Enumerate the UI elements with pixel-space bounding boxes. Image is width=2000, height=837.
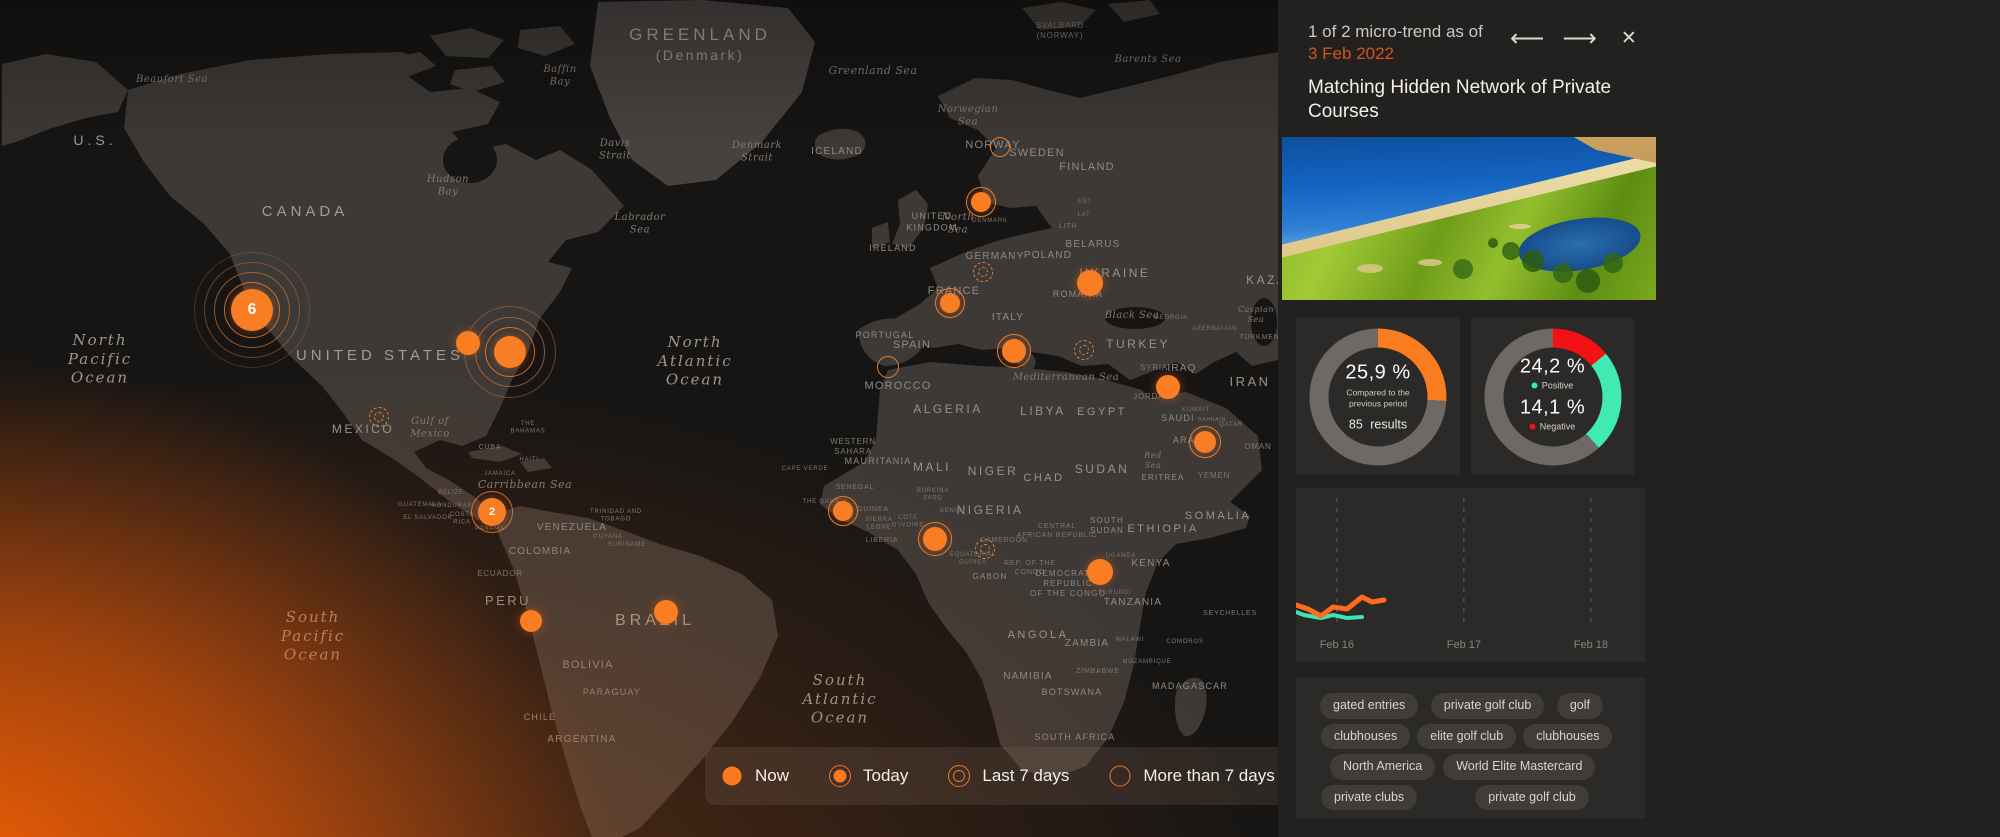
positive-label: Positive <box>1542 381 1574 391</box>
keyword-tag[interactable]: golf <box>1557 693 1603 719</box>
negative-label: Negative <box>1540 422 1576 432</box>
legend-label: Last 7 days <box>982 766 1069 786</box>
keyword-tag[interactable]: clubhouses <box>1321 724 1410 750</box>
panel-nav: ⟵ ⟶ ✕ <box>1510 26 1637 50</box>
trend-line-chart: Feb 16 Feb 17 Feb 18 <box>1296 488 1645 662</box>
world-map[interactable]: NorthPacificOceanNorthAtlanticOceanSouth… <box>0 0 1278 837</box>
results-count: 85 results <box>1349 418 1407 432</box>
now-marker-icon <box>719 763 745 789</box>
keyword-tag[interactable]: North America <box>1330 754 1435 780</box>
keyword-tag[interactable]: private golf club <box>1475 785 1589 811</box>
tag-row: North America World Elite Mastercard <box>1310 754 1631 780</box>
next-trend-button[interactable]: ⟶ <box>1562 26 1596 50</box>
tag-row: private clubs private golf club <box>1310 785 1631 811</box>
legend-label: Today <box>863 766 908 786</box>
last7-marker-icon <box>946 763 972 789</box>
close-icon[interactable]: ✕ <box>1615 29 1637 48</box>
positive-percent: 24,2 % <box>1520 356 1585 379</box>
keyword-tag[interactable]: gated entries <box>1320 693 1418 719</box>
legend-item-more7[interactable]: More than 7 days ago <box>1107 763 1278 789</box>
trend-photo <box>1282 137 1656 300</box>
trend-series-mentions <box>1296 597 1384 616</box>
app-window: NorthPacificOceanNorthAtlanticOceanSouth… <box>0 0 2000 837</box>
today-marker-icon <box>827 763 853 789</box>
negative-legend: Negative <box>1530 422 1576 432</box>
keyword-tag[interactable]: World Elite Mastercard <box>1443 754 1595 780</box>
keyword-tag[interactable]: private clubs <box>1321 785 1417 811</box>
sentiment-donut-card: 24,2 % Positive 14,1 % Negative <box>1471 318 1634 475</box>
trend-line-card: Feb 16 Feb 17 Feb 18 <box>1296 488 1645 662</box>
keyword-tag[interactable]: clubhouses <box>1523 724 1612 750</box>
legend-item-last7[interactable]: Last 7 days <box>946 763 1069 789</box>
positive-legend: Positive <box>1532 381 1574 391</box>
keyword-tag[interactable]: elite golf club <box>1417 724 1516 750</box>
panel-header-date: 3 Feb 2022 <box>1308 44 1394 64</box>
keyword-tags-card: gated entries private golf club golf clubho… <box>1296 678 1645 818</box>
legend-label: Now <box>755 766 789 786</box>
positive-dot-icon <box>1532 383 1538 389</box>
panel-header-count: 1 of 2 micro-trend as of <box>1308 22 1483 42</box>
micro-trend-panel: 1 of 2 micro-trend as of 3 Feb 2022 ⟵ ⟶ … <box>1278 0 2000 837</box>
legend-item-today[interactable]: Today <box>827 763 908 789</box>
tag-row: clubhouses elite golf club clubhouses <box>1310 724 1631 750</box>
results-compare-label: Compared to the previous period <box>1332 387 1424 408</box>
chart-tick-label: Feb 17 <box>1447 639 1481 651</box>
more7-marker-icon <box>1107 763 1133 789</box>
legend-label: More than 7 days ago <box>1143 766 1278 786</box>
chart-tick-label: Feb 16 <box>1320 639 1354 651</box>
tag-row: gated entries private golf club golf <box>1310 693 1631 719</box>
negative-percent: 14,1 % <box>1520 397 1585 420</box>
photo-bunkers <box>1357 264 1383 273</box>
photo-trees <box>1488 238 1498 248</box>
results-percent: 25,9 % <box>1345 361 1410 384</box>
map-legend-bar: Now Today Last 7 days More than 7 days ago <box>705 747 1278 805</box>
trend-markers-layer: 62 <box>0 0 1278 837</box>
results-donut-card: 25,9 % Compared to the previous period 8… <box>1296 318 1460 475</box>
prev-trend-button[interactable]: ⟵ <box>1510 26 1544 50</box>
chart-tick-label: Feb 18 <box>1574 639 1608 651</box>
negative-dot-icon <box>1530 424 1536 430</box>
legend-item-now[interactable]: Now <box>719 763 789 789</box>
trend-title: Matching Hidden Network of Private Cours… <box>1308 76 1618 125</box>
keyword-tag[interactable]: private golf club <box>1431 693 1545 719</box>
